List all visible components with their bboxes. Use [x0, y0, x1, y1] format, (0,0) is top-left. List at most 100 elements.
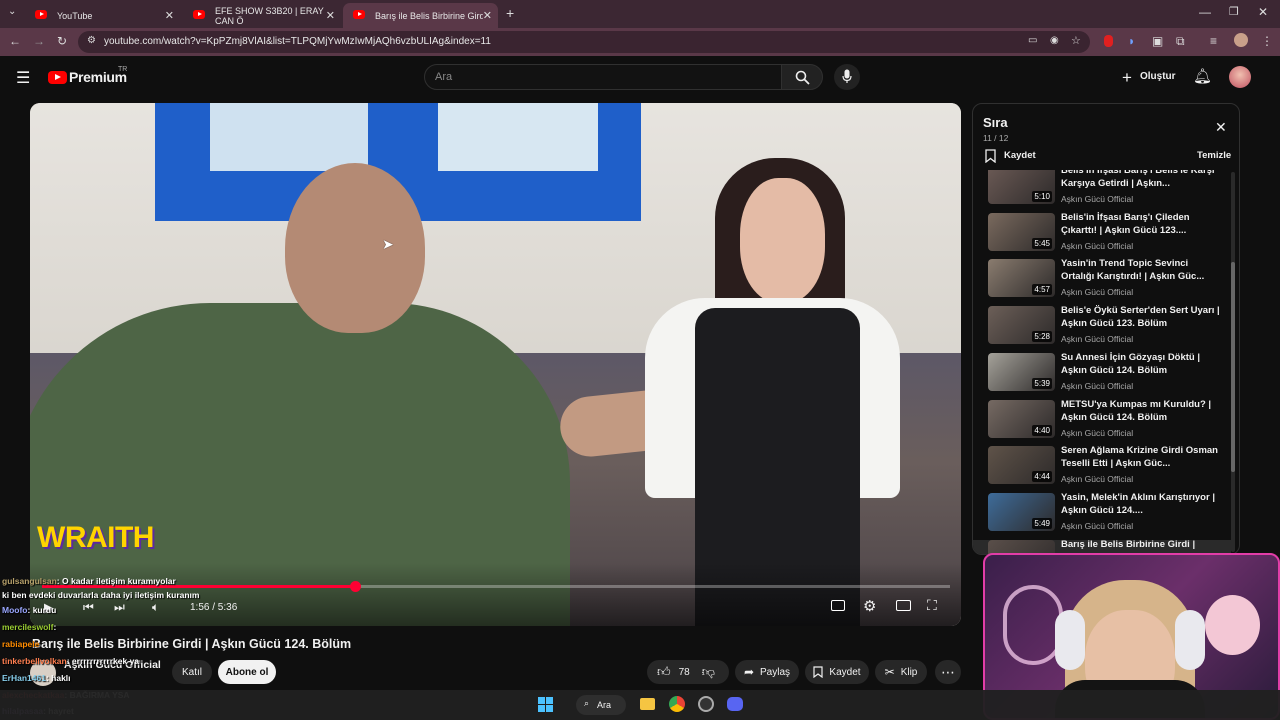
create-button[interactable]: Oluştur	[1140, 71, 1176, 82]
save-video-button[interactable]: Kaydet	[805, 660, 869, 684]
playlist-item[interactable]: 4:40 METSU'ya Kumpas mı Kuruldu? | Aşkın …	[988, 399, 1228, 446]
playlist-item[interactable]: 5:39 Su Annesi İçin Gözyaşı Döktü | Aşkın…	[988, 352, 1228, 399]
restore-icon[interactable]: ❐	[1229, 5, 1239, 18]
chat-message: rabiapele	[2, 639, 39, 649]
profile-avatar[interactable]	[1234, 33, 1248, 47]
share-label: Paylaş	[760, 666, 791, 678]
chrome-icon[interactable]	[669, 696, 685, 712]
close-tab-icon[interactable]: ✕	[483, 9, 492, 22]
search-icon	[795, 70, 810, 85]
close-playlist-icon[interactable]: ✕	[1215, 119, 1227, 136]
playlist-thumbnail: 5:49	[988, 492, 1055, 531]
playlist-title: Sıra	[983, 115, 1008, 130]
back-icon[interactable]: ←	[9, 34, 21, 48]
join-label: Katıl	[181, 666, 202, 678]
cast-icon[interactable]: ▭	[1028, 35, 1037, 46]
notifications-bell-icon[interactable]: 🔔︎	[1193, 67, 1212, 85]
settings-gear-icon[interactable]: ⚙	[863, 597, 876, 615]
playlist-item[interactable]: 4:44 Seren Ağlama Krizine Girdi Osman Tes…	[988, 445, 1228, 492]
video-player[interactable]: WRAITH ▶ ⏮︎ ⏭︎ 🔈︎ 1:56 / 5:36 ⚙ ⛶ ➤	[30, 103, 961, 626]
eye-off-icon[interactable]: ◉	[1050, 35, 1059, 46]
now-playing-icon: ▶	[977, 554, 983, 555]
video-man-head	[285, 163, 425, 333]
extension-icon[interactable]: ▣	[1152, 34, 1163, 48]
account-avatar[interactable]	[1229, 66, 1251, 88]
playlist-item[interactable]: 5:45 Belis'in İfşası Barış'ı Çileden Çıka…	[988, 212, 1228, 259]
reload-icon[interactable]: ↻	[57, 34, 67, 48]
subtitles-icon[interactable]	[831, 600, 845, 611]
forward-icon[interactable]: →	[33, 34, 45, 48]
tab-current-video[interactable]: Barış ile Belis Birbirine Girdi | Aş ✕	[343, 3, 498, 28]
playlist-thumbnail: 4:40	[988, 399, 1055, 438]
discord-icon[interactable]	[727, 697, 743, 711]
close-tab-icon[interactable]: ✕	[165, 9, 174, 22]
search-button[interactable]	[781, 64, 823, 90]
playlist-items: 5:10 Belis'in İfşası Barış'ı Belis'le Kar…	[973, 170, 1239, 555]
like-dislike-group: 👍︎ 78 👎︎	[647, 660, 729, 684]
join-button[interactable]: Katıl	[172, 660, 212, 684]
tab-youtube[interactable]: YouTube ✕	[25, 3, 180, 28]
browser-toolbar: ← → ↻ ⚙ youtube.com/watch?v=KpPZmj8VlAI&…	[0, 28, 1280, 56]
microphone-icon	[842, 69, 852, 83]
progress-bar[interactable]	[42, 581, 950, 592]
playlist-item-channel: Aşkın Gücü Official	[1061, 240, 1134, 251]
app-icon[interactable]	[698, 696, 714, 712]
chat-text: : kurdu	[27, 605, 57, 615]
playlist-item-channel: Aşkın Gücü Official	[1061, 194, 1134, 204]
tab-title: EFE SHOW S3B20 | ERAY CAN Ö	[215, 5, 324, 26]
site-info-icon[interactable]: ⚙	[87, 35, 96, 46]
next-icon[interactable]: ⏭︎	[114, 600, 125, 615]
playlist-item[interactable]: 4:57 Yasin'in Trend Topic Sevinci Ortalığ…	[988, 258, 1228, 305]
playlist-thumbnail: 5:45	[988, 212, 1055, 251]
subscribe-button[interactable]: Abone ol	[218, 660, 276, 684]
search-input[interactable]: Ara	[424, 64, 782, 90]
file-explorer-icon[interactable]	[640, 698, 655, 710]
playlist-item-title: Seren Ağlama Krizine Girdi Osman Teselli…	[1061, 445, 1218, 470]
video-title: Barış ile Belis Birbirine Girdi | Aşkın …	[32, 637, 352, 651]
chat-message: ki ben evdeki duvarlarla daha iyi iletiş…	[2, 590, 199, 600]
tab-search-icon[interactable]: ⌄	[8, 6, 16, 17]
create-plus-icon[interactable]: +	[1122, 68, 1132, 88]
new-tab-icon[interactable]: +	[506, 5, 514, 21]
previous-icon[interactable]: ⏮︎	[83, 600, 94, 615]
tab-efe-show[interactable]: EFE SHOW S3B20 | ERAY CAN Ö ✕	[183, 3, 341, 28]
browser-menu-icon[interactable]: ⋮	[1261, 34, 1273, 48]
tab-title: Barış ile Belis Birbirine Girdi | Aş	[375, 10, 483, 21]
translate-extension-icon[interactable]: ◗	[1128, 34, 1135, 48]
playlist-item[interactable]: 5:49 Yasin, Melek'in Aklını Karıştırıyor …	[988, 492, 1228, 539]
address-bar[interactable]: ⚙ youtube.com/watch?v=KpPZmj8VlAI&list=T…	[78, 31, 1090, 53]
dislike-icon[interactable]: 👎︎	[702, 664, 715, 680]
like-icon[interactable]: 👍︎	[657, 664, 671, 680]
fullscreen-icon[interactable]: ⛶	[927, 597, 937, 614]
bookmark-icon	[985, 149, 996, 163]
save-video-label: Kaydet	[829, 666, 861, 678]
windows-start-icon[interactable]	[538, 697, 554, 713]
mouse-cursor: ➤	[382, 236, 394, 252]
minimize-icon[interactable]: —	[1199, 5, 1211, 19]
search-icon: ⌕	[584, 698, 590, 708]
reading-list-icon[interactable]: ≡	[1210, 34, 1217, 48]
close-window-icon[interactable]: ✕	[1258, 5, 1268, 19]
theater-mode-icon[interactable]	[896, 600, 911, 611]
volume-icon[interactable]: 🔈︎	[152, 600, 159, 615]
extensions-puzzle-icon[interactable]: ⧉	[1176, 34, 1185, 49]
playlist-item-channel: Aşkın Gücü Official	[1061, 520, 1134, 531]
extension-red-icon[interactable]	[1104, 35, 1113, 47]
clear-button[interactable]: Temizle	[1197, 150, 1231, 161]
bookmark-star-icon[interactable]: ☆	[1071, 34, 1081, 47]
close-tab-icon[interactable]: ✕	[326, 9, 335, 22]
voice-search-button[interactable]	[834, 64, 860, 90]
duration-badge: 5:49	[1032, 517, 1052, 529]
youtube-favicon-icon	[35, 10, 47, 19]
playlist-scrollbar[interactable]	[1231, 172, 1235, 552]
share-button[interactable]: ➦ Paylaş	[735, 660, 799, 684]
chat-text: : errrrrrrrrrrkek ya	[66, 656, 140, 666]
playlist-item[interactable]: 5:10 Belis'in İfşası Barış'ı Belis'le Kar…	[988, 170, 1228, 212]
more-actions-icon[interactable]: ⋯	[935, 660, 961, 684]
hamburger-menu-icon[interactable]: ☰	[16, 68, 30, 88]
playlist-item[interactable]: 5:28 Belis'e Öykü Serter'den Sert Uyarı |…	[988, 305, 1228, 352]
clip-button[interactable]: ✂ Klip	[875, 660, 927, 684]
duration-badge: 4:44	[1032, 471, 1052, 483]
taskbar-search[interactable]: ⌕ Ara	[576, 695, 626, 715]
wraith-watermark: WRAITH	[37, 521, 154, 554]
